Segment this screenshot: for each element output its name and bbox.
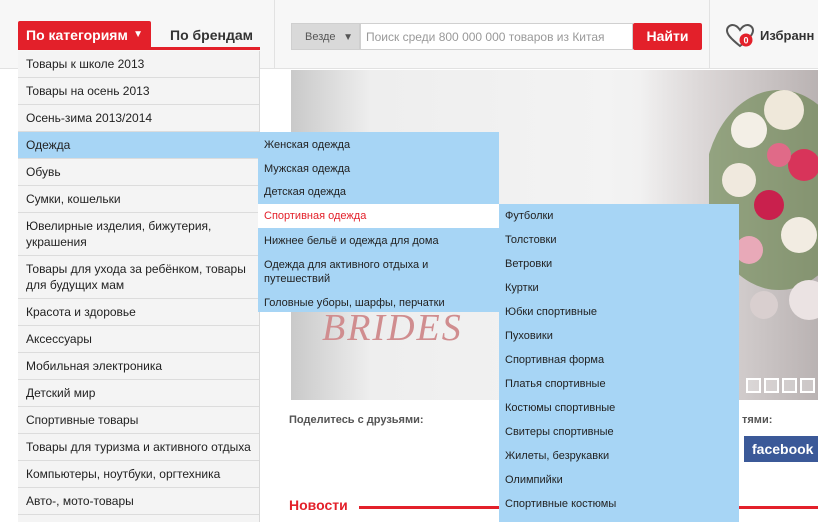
submenu-item[interactable]: Жилеты, безрукавки: [505, 449, 735, 463]
categories-tab-label: По категориям: [26, 27, 128, 43]
clothing-submenu: Женская одежда Мужская одежда Детская од…: [258, 132, 499, 312]
search-scope-select[interactable]: Везде ▼: [291, 23, 360, 50]
menu-item[interactable]: Товары на осень 2013: [18, 78, 259, 105]
menu-item[interactable]: Обувь: [18, 159, 259, 186]
menu-item[interactable]: Ювелирные изделия, бижутерия, украшения: [18, 213, 259, 256]
submenu-item-selected[interactable]: Спортивная одежда: [258, 204, 499, 228]
menu-item[interactable]: Аксессуары: [18, 326, 259, 353]
submenu-item[interactable]: Женская одежда: [264, 138, 494, 152]
divider: [274, 0, 275, 68]
submenu-item[interactable]: Спортивная форма: [505, 353, 735, 367]
category-menu: Товары к школе 2013 Товары на осень 2013…: [18, 51, 260, 522]
menu-item[interactable]: Товары для ухода за ребёнком, товары для…: [18, 256, 259, 299]
share-label: Поделитесь с друзьями:: [289, 414, 424, 426]
submenu-item[interactable]: Толстовки: [505, 233, 735, 247]
categories-tab[interactable]: По категориям ▼: [18, 21, 151, 49]
submenu-item[interactable]: Головные уборы, шарфы, перчатки: [264, 296, 494, 310]
heart-icon: 0: [726, 24, 754, 48]
submenu-item[interactable]: Футболки: [505, 209, 735, 223]
submenu-item[interactable]: Одежда для активного отдыха и путешестви…: [264, 258, 494, 286]
share-label-right: тями:: [742, 414, 773, 426]
submenu-item[interactable]: Детская одежда: [264, 185, 494, 199]
brands-tab[interactable]: По брендам: [158, 21, 253, 49]
favorites-count: 0: [743, 36, 748, 46]
submenu-item[interactable]: Пуховики: [505, 329, 735, 343]
menu-item[interactable]: Детский мир: [18, 380, 259, 407]
submenu-item[interactable]: Мужская одежда: [264, 162, 494, 176]
submenu-item[interactable]: Юбки спортивные: [505, 305, 735, 319]
divider: [709, 0, 710, 68]
favorites-link[interactable]: 0 Избранн: [726, 22, 814, 50]
triangle-down-icon: ▼: [133, 29, 143, 40]
sport-clothing-submenu: Футболки Толстовки Ветровки Куртки Юбки …: [499, 204, 739, 522]
menu-item[interactable]: Мобильная электроника: [18, 353, 259, 380]
menu-item[interactable]: Товары к школе 2013: [18, 51, 259, 78]
triangle-down-icon: ▼: [343, 32, 353, 43]
search-button[interactable]: Найти: [633, 23, 702, 50]
submenu-item[interactable]: Ветровки: [505, 257, 735, 271]
menu-item[interactable]: Компьютеры, ноутбуки, оргтехника: [18, 461, 259, 488]
news-title: Новости: [289, 497, 348, 513]
submenu-item[interactable]: Свитеры спортивные: [505, 425, 735, 439]
submenu-item[interactable]: Костюмы спортивные: [505, 401, 735, 415]
menu-item[interactable]: Осень-зима 2013/2014: [18, 105, 259, 132]
tab-underline: [18, 47, 260, 50]
submenu-item[interactable]: Олимпийки: [505, 473, 735, 487]
submenu-item[interactable]: Платья спортивные: [505, 377, 735, 391]
submenu-item[interactable]: Спортивные костюмы: [505, 497, 735, 511]
banner-text: BRIDES: [322, 307, 463, 349]
submenu-item[interactable]: Куртки: [505, 281, 735, 295]
news-divider: [359, 506, 499, 509]
menu-item-active[interactable]: Одежда: [18, 132, 259, 159]
facebook-button[interactable]: facebook: [744, 436, 818, 462]
banner-pager-dot[interactable]: [764, 378, 779, 393]
search-scope-label: Везде: [305, 31, 336, 43]
menu-item[interactable]: Сумки, кошельки: [18, 186, 259, 213]
menu-item[interactable]: Спортивные товары: [18, 407, 259, 434]
banner-pager-dot[interactable]: [800, 378, 815, 393]
banner-pager-dot[interactable]: [746, 378, 761, 393]
menu-item[interactable]: Товары для туризма и активного отдыха: [18, 434, 259, 461]
menu-item[interactable]: Авто-, мото-товары: [18, 488, 259, 515]
menu-item[interactable]: Красота и здоровье: [18, 299, 259, 326]
favorites-label: Избранн: [760, 28, 815, 43]
submenu-item[interactable]: Нижнее бельё и одежда для дома: [264, 234, 494, 248]
news-divider: [739, 506, 818, 509]
banner-pager-dot[interactable]: [782, 378, 797, 393]
banner-pager: [746, 378, 818, 396]
search-input[interactable]: [360, 23, 633, 50]
